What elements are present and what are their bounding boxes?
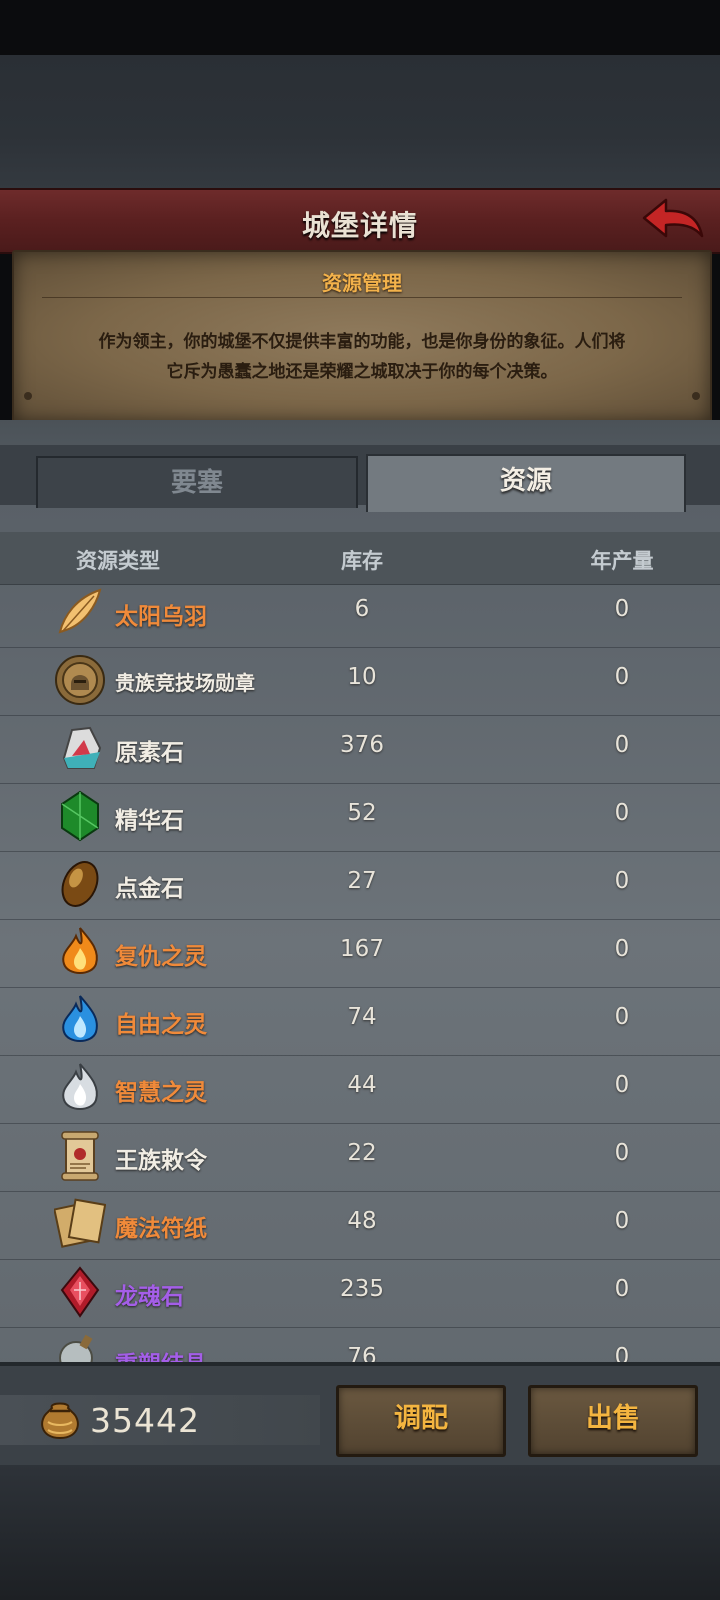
feather-icon [58,588,102,634]
allocate-button[interactable]: 调配 [336,1385,506,1457]
orange-flame-icon [62,927,98,974]
info-panel: 资源管理 作为领主，你的城堡不仅提供丰富的功能，也是你身份的象征。人们将 它斥为… [12,250,712,424]
table-row[interactable]: 原素石 376 0 [0,716,720,784]
rivet [692,392,700,400]
resource-stock: 27 [347,868,377,894]
resource-name: 点金石 [115,876,184,902]
resource-yearly: 0 [614,732,630,758]
resource-name: 龙魂石 [115,1284,184,1310]
title-bar: 城堡详情 [0,188,720,254]
resource-stock: 167 [340,936,384,962]
resource-yearly: 0 [614,596,630,622]
table-row[interactable]: 王族敕令 22 0 [0,1124,720,1192]
table-row[interactable]: 复仇之灵 167 0 [0,920,720,988]
white-flame-icon [62,1063,98,1110]
medal-icon [55,655,105,705]
top-backdrop [0,55,720,190]
golden-stone-icon [61,861,99,907]
resource-name: 原素石 [115,740,184,766]
table-row[interactable]: 精华石 52 0 [0,784,720,852]
resource-stock: 44 [347,1072,377,1098]
gold-sack-icon [41,1402,79,1440]
resource-stock: 10 [347,664,377,690]
blue-flame-icon [62,995,98,1042]
resource-name: 王族敕令 [115,1148,207,1174]
column-header-stock: 库存 [341,549,383,573]
resource-name: 智慧之灵 [115,1080,207,1106]
resource-yearly: 0 [614,664,630,690]
info-description: 作为领主，你的城堡不仅提供丰富的功能，也是你身份的象征。人们将 它斥为愚蠢之地还… [44,327,680,387]
resource-yearly: 0 [614,1140,630,1166]
resource-stock: 376 [340,732,384,758]
page-title: 城堡详情 [301,209,418,242]
table-row[interactable]: 自由之灵 74 0 [0,988,720,1056]
resource-stock: 52 [347,800,377,826]
back-arrow-icon [642,198,704,238]
bottom-backdrop [0,1465,720,1600]
resource-stock: 6 [354,596,370,622]
resource-name: 贵族竞技场勋章 [115,671,255,695]
info-divider [42,297,682,298]
tab-fortress[interactable]: 要塞 [36,456,358,508]
resource-yearly: 0 [614,1276,630,1302]
red-crystal-icon [60,1266,100,1318]
resource-yearly: 0 [614,1004,630,1030]
table-row[interactable]: 魔法符纸 48 0 [0,1192,720,1260]
rivet [24,392,32,400]
table-header: 资源类型 库存 年产量 [0,532,720,585]
resource-name: 自由之灵 [115,1012,207,1038]
table-row[interactable]: 智慧之灵 44 0 [0,1056,720,1124]
green-gem-icon [61,790,99,842]
elemental-stone-icon [62,726,102,769]
table-row[interactable]: 贵族竞技场勋章 10 0 [0,648,720,716]
scroll-icon [61,1131,99,1181]
info-description-line: 它斥为愚蠢之地还是荣耀之城取决于你的每个决策。 [166,362,558,382]
column-header-type: 资源类型 [76,549,160,573]
resource-stock: 48 [347,1208,377,1234]
back-button[interactable] [640,196,706,244]
resource-name: 魔法符纸 [115,1216,207,1242]
info-description-line: 作为领主，你的城堡不仅提供丰富的功能，也是你身份的象征。人们将 [98,332,626,352]
table-row[interactable]: 龙魂石 235 0 [0,1260,720,1328]
resource-stock: 22 [347,1140,377,1166]
tab-resources[interactable]: 资源 [366,454,686,512]
resource-name: 太阳乌羽 [115,604,207,630]
resource-stock: 74 [347,1004,377,1030]
table-row[interactable]: 太阳乌羽 6 0 [0,580,720,648]
gold-amount: 35442 [90,1401,200,1440]
resource-list: 太阳乌羽 6 0 贵族竞技场勋章 10 0 原素石 376 0 精华石 52 0 [0,580,720,1396]
resource-yearly: 0 [614,868,630,894]
resource-yearly: 0 [614,800,630,826]
column-header-yearly: 年产量 [590,549,654,573]
resource-yearly: 0 [614,1072,630,1098]
resource-yearly: 0 [614,1208,630,1234]
resource-stock: 235 [340,1276,384,1302]
resource-name: 精华石 [115,808,184,834]
resource-name: 复仇之灵 [115,944,207,970]
info-heading: 资源管理 [322,271,402,295]
resource-yearly: 0 [614,936,630,962]
table-row[interactable]: 点金石 27 0 [0,852,720,920]
sell-button[interactable]: 出售 [528,1385,698,1457]
parchment-icon [54,1198,106,1248]
